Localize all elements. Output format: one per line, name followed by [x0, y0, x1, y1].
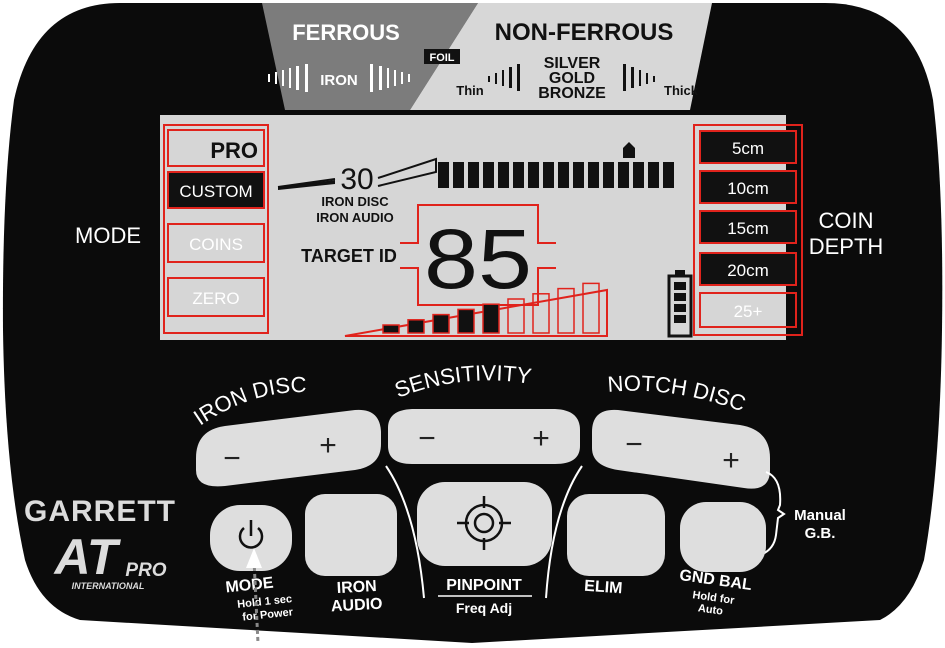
brand-model-suffix: PRO	[125, 560, 166, 581]
gnd-bal-button[interactable]	[680, 502, 766, 572]
iron-audio-label-1: IRON	[336, 578, 377, 597]
panel-svg: FERROUS NON-FERROUS FOIL IRON Thin SILVE…	[2, 3, 943, 644]
iron-disc-plus-button[interactable]: +	[319, 429, 337, 462]
signal-bar	[432, 313, 450, 334]
depth-10cm: 10cm	[727, 179, 769, 198]
target-id-value: 85	[424, 212, 532, 306]
iron-disc-minus-button[interactable]: −	[223, 442, 241, 475]
brand-model: AT	[53, 529, 122, 585]
signal-bar	[457, 308, 475, 334]
depth-5cm: 5cm	[732, 139, 764, 158]
sensitivity-minus-button[interactable]: −	[418, 422, 436, 455]
iron-audio-label-2: AUDIO	[331, 596, 383, 616]
notch-disc-minus-button[interactable]: −	[625, 428, 643, 461]
depth-20cm: 20cm	[727, 261, 769, 280]
brand-name: GARRETT	[24, 495, 176, 528]
iron-audio-button[interactable]	[305, 494, 397, 576]
iron-scale-label: IRON	[320, 72, 358, 89]
foil-label: FOIL	[429, 52, 454, 64]
manual-gb-label-2: G.B.	[805, 525, 836, 542]
coin-depth-label-1: COIN	[819, 208, 874, 233]
pinpoint-label: PINPOINT	[446, 577, 522, 594]
brand-region: INTERNATIONAL	[72, 581, 145, 591]
signal-bar	[482, 303, 500, 334]
mode-item-coins: COINS	[189, 235, 243, 254]
elim-label: ELIM	[584, 578, 623, 598]
iron-disc-value: 30	[340, 163, 373, 196]
thick-label: Thick	[664, 83, 699, 98]
sensitivity-plus-button[interactable]: +	[532, 422, 550, 455]
bronze-label: BRONZE	[538, 85, 606, 102]
iron-audio-lcd-label: IRON AUDIO	[316, 210, 394, 225]
mode-item-pro: PRO	[210, 138, 258, 163]
manual-gb-label-1: Manual	[794, 507, 846, 524]
signal-bar	[382, 324, 400, 334]
detector-control-panel: FERROUS NON-FERROUS FOIL IRON Thin SILVE…	[0, 0, 945, 644]
sensitivity-rocker[interactable]: − +	[388, 409, 580, 464]
iron-disc-lcd-label: IRON DISC	[321, 194, 389, 209]
battery-cap	[675, 270, 685, 276]
notch-disc-plus-button[interactable]: +	[722, 444, 740, 477]
thin-label: Thin	[456, 83, 483, 98]
coin-depth-label-2: DEPTH	[809, 234, 884, 259]
depth-25plus: 25+	[734, 302, 763, 321]
signal-bar	[407, 319, 425, 334]
mode-item-custom: CUSTOM	[179, 182, 252, 201]
depth-15cm: 15cm	[727, 219, 769, 238]
pinpoint-button[interactable]	[417, 482, 552, 566]
ferrous-label: FERROUS	[292, 20, 400, 45]
target-id-label: TARGET ID	[301, 246, 397, 266]
pinpoint-sub-label: Freq Adj	[456, 600, 512, 616]
nonferrous-label: NON-FERROUS	[495, 19, 674, 46]
mode-label: MODE	[75, 223, 141, 248]
mode-item-zero: ZERO	[192, 289, 239, 308]
elim-button[interactable]	[567, 494, 665, 576]
